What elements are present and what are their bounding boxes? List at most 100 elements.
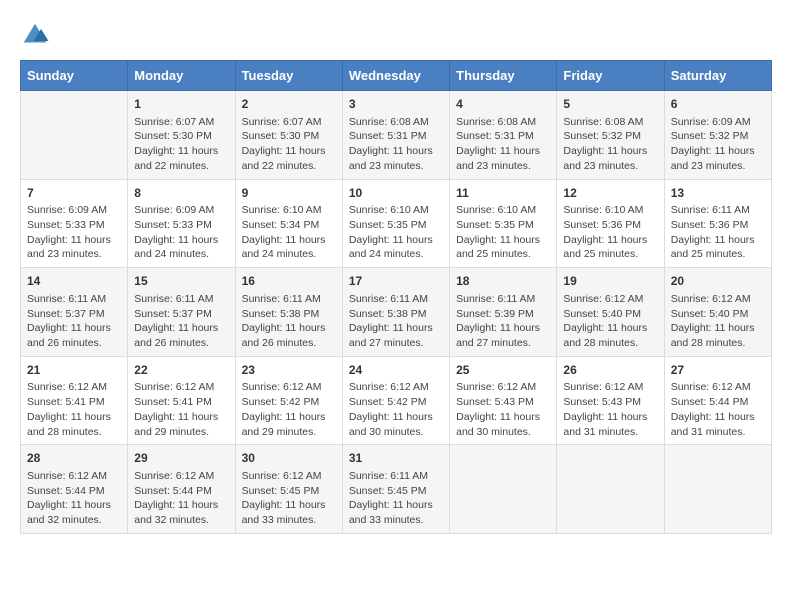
day-number: 4 bbox=[456, 96, 550, 113]
header-thursday: Thursday bbox=[450, 61, 557, 91]
day-number: 17 bbox=[349, 273, 443, 290]
day-info: Sunrise: 6:12 AM Sunset: 5:42 PM Dayligh… bbox=[242, 380, 336, 439]
calendar-cell bbox=[450, 445, 557, 534]
logo bbox=[20, 20, 54, 50]
day-info: Sunrise: 6:08 AM Sunset: 5:32 PM Dayligh… bbox=[563, 115, 657, 174]
day-info: Sunrise: 6:08 AM Sunset: 5:31 PM Dayligh… bbox=[456, 115, 550, 174]
calendar-cell: 29 Sunrise: 6:12 AM Sunset: 5:44 PM Dayli… bbox=[128, 445, 235, 534]
day-number: 8 bbox=[134, 185, 228, 202]
calendar-cell: 5 Sunrise: 6:08 AM Sunset: 5:32 PM Daylig… bbox=[557, 91, 664, 180]
logo-icon bbox=[20, 20, 50, 50]
calendar-cell: 24Sunrise: 6:12 AM Sunset: 5:42 PM Dayli… bbox=[342, 356, 449, 445]
page-header bbox=[20, 20, 772, 50]
day-info: Sunrise: 6:09 AM Sunset: 5:32 PM Dayligh… bbox=[671, 115, 765, 174]
day-number: 22 bbox=[134, 362, 228, 379]
day-info: Sunrise: 6:12 AM Sunset: 5:42 PM Dayligh… bbox=[349, 380, 443, 439]
calendar-cell: 15 Sunrise: 6:11 AM Sunset: 5:37 PM Dayli… bbox=[128, 268, 235, 357]
calendar-cell bbox=[664, 445, 771, 534]
day-info: Sunrise: 6:10 AM Sunset: 5:34 PM Dayligh… bbox=[242, 203, 336, 262]
day-number: 13 bbox=[671, 185, 765, 202]
calendar-cell: 8Sunrise: 6:09 AM Sunset: 5:33 PM Daylig… bbox=[128, 179, 235, 268]
day-info: Sunrise: 6:12 AM Sunset: 5:44 PM Dayligh… bbox=[27, 469, 121, 528]
calendar-table: SundayMondayTuesdayWednesdayThursdayFrid… bbox=[20, 60, 772, 534]
day-info: Sunrise: 6:12 AM Sunset: 5:45 PM Dayligh… bbox=[242, 469, 336, 528]
week-row-4: 21 Sunrise: 6:12 AM Sunset: 5:41 PM Dayli… bbox=[21, 356, 772, 445]
day-number: 28 bbox=[27, 450, 121, 467]
calendar-cell: 30 Sunrise: 6:12 AM Sunset: 5:45 PM Dayli… bbox=[235, 445, 342, 534]
day-info: Sunrise: 6:07 AM Sunset: 5:30 PM Dayligh… bbox=[134, 115, 228, 174]
calendar-cell: 20 Sunrise: 6:12 AM Sunset: 5:40 PM Dayli… bbox=[664, 268, 771, 357]
day-number: 14 bbox=[27, 273, 121, 290]
day-number: 9 bbox=[242, 185, 336, 202]
day-info: Sunrise: 6:11 AM Sunset: 5:39 PM Dayligh… bbox=[456, 292, 550, 351]
calendar-cell bbox=[557, 445, 664, 534]
calendar-cell: 11Sunrise: 6:10 AM Sunset: 5:35 PM Dayli… bbox=[450, 179, 557, 268]
day-number: 19 bbox=[563, 273, 657, 290]
calendar-cell bbox=[21, 91, 128, 180]
day-info: Sunrise: 6:09 AM Sunset: 5:33 PM Dayligh… bbox=[27, 203, 121, 262]
day-info: Sunrise: 6:12 AM Sunset: 5:40 PM Dayligh… bbox=[563, 292, 657, 351]
week-row-2: 7Sunrise: 6:09 AM Sunset: 5:33 PM Daylig… bbox=[21, 179, 772, 268]
calendar-cell: 13Sunrise: 6:11 AM Sunset: 5:36 PM Dayli… bbox=[664, 179, 771, 268]
day-number: 25 bbox=[456, 362, 550, 379]
day-info: Sunrise: 6:11 AM Sunset: 5:37 PM Dayligh… bbox=[27, 292, 121, 351]
day-number: 5 bbox=[563, 96, 657, 113]
calendar-cell: 19 Sunrise: 6:12 AM Sunset: 5:40 PM Dayli… bbox=[557, 268, 664, 357]
calendar-cell: 21Sunrise: 6:12 AM Sunset: 5:41 PM Dayli… bbox=[21, 356, 128, 445]
calendar-cell: 7Sunrise: 6:09 AM Sunset: 5:33 PM Daylig… bbox=[21, 179, 128, 268]
calendar-cell: 17 Sunrise: 6:11 AM Sunset: 5:38 PM Dayli… bbox=[342, 268, 449, 357]
calendar-cell: 31Sunrise: 6:11 AM Sunset: 5:45 PM Dayli… bbox=[342, 445, 449, 534]
day-info: Sunrise: 6:12 AM Sunset: 5:41 PM Dayligh… bbox=[134, 380, 228, 439]
calendar-cell: 16Sunrise: 6:11 AM Sunset: 5:38 PM Dayli… bbox=[235, 268, 342, 357]
day-number: 1 bbox=[134, 96, 228, 113]
day-number: 15 bbox=[134, 273, 228, 290]
calendar-cell: 1 Sunrise: 6:07 AM Sunset: 5:30 PM Daylig… bbox=[128, 91, 235, 180]
day-info: Sunrise: 6:10 AM Sunset: 5:36 PM Dayligh… bbox=[563, 203, 657, 262]
calendar-cell: 28 Sunrise: 6:12 AM Sunset: 5:44 PM Dayli… bbox=[21, 445, 128, 534]
calendar-header-row: SundayMondayTuesdayWednesdayThursdayFrid… bbox=[21, 61, 772, 91]
day-number: 3 bbox=[349, 96, 443, 113]
calendar-cell: 6Sunrise: 6:09 AM Sunset: 5:32 PM Daylig… bbox=[664, 91, 771, 180]
calendar-cell: 14 Sunrise: 6:11 AM Sunset: 5:37 PM Dayli… bbox=[21, 268, 128, 357]
header-tuesday: Tuesday bbox=[235, 61, 342, 91]
week-row-1: 1 Sunrise: 6:07 AM Sunset: 5:30 PM Daylig… bbox=[21, 91, 772, 180]
calendar-cell: 9Sunrise: 6:10 AM Sunset: 5:34 PM Daylig… bbox=[235, 179, 342, 268]
day-info: Sunrise: 6:12 AM Sunset: 5:43 PM Dayligh… bbox=[456, 380, 550, 439]
day-number: 26 bbox=[563, 362, 657, 379]
day-number: 29 bbox=[134, 450, 228, 467]
calendar-cell: 4 Sunrise: 6:08 AM Sunset: 5:31 PM Daylig… bbox=[450, 91, 557, 180]
day-info: Sunrise: 6:10 AM Sunset: 5:35 PM Dayligh… bbox=[349, 203, 443, 262]
day-info: Sunrise: 6:12 AM Sunset: 5:43 PM Dayligh… bbox=[563, 380, 657, 439]
day-number: 18 bbox=[456, 273, 550, 290]
day-info: Sunrise: 6:08 AM Sunset: 5:31 PM Dayligh… bbox=[349, 115, 443, 174]
calendar-cell: 23Sunrise: 6:12 AM Sunset: 5:42 PM Dayli… bbox=[235, 356, 342, 445]
day-info: Sunrise: 6:11 AM Sunset: 5:37 PM Dayligh… bbox=[134, 292, 228, 351]
week-row-5: 28 Sunrise: 6:12 AM Sunset: 5:44 PM Dayli… bbox=[21, 445, 772, 534]
header-saturday: Saturday bbox=[664, 61, 771, 91]
day-info: Sunrise: 6:11 AM Sunset: 5:38 PM Dayligh… bbox=[242, 292, 336, 351]
calendar-cell: 22Sunrise: 6:12 AM Sunset: 5:41 PM Dayli… bbox=[128, 356, 235, 445]
day-number: 11 bbox=[456, 185, 550, 202]
day-number: 23 bbox=[242, 362, 336, 379]
day-number: 7 bbox=[27, 185, 121, 202]
day-info: Sunrise: 6:12 AM Sunset: 5:40 PM Dayligh… bbox=[671, 292, 765, 351]
day-number: 27 bbox=[671, 362, 765, 379]
day-number: 24 bbox=[349, 362, 443, 379]
day-number: 12 bbox=[563, 185, 657, 202]
day-number: 2 bbox=[242, 96, 336, 113]
calendar-cell: 26Sunrise: 6:12 AM Sunset: 5:43 PM Dayli… bbox=[557, 356, 664, 445]
day-info: Sunrise: 6:09 AM Sunset: 5:33 PM Dayligh… bbox=[134, 203, 228, 262]
day-info: Sunrise: 6:10 AM Sunset: 5:35 PM Dayligh… bbox=[456, 203, 550, 262]
header-sunday: Sunday bbox=[21, 61, 128, 91]
day-info: Sunrise: 6:11 AM Sunset: 5:45 PM Dayligh… bbox=[349, 469, 443, 528]
day-number: 30 bbox=[242, 450, 336, 467]
day-info: Sunrise: 6:11 AM Sunset: 5:38 PM Dayligh… bbox=[349, 292, 443, 351]
day-info: Sunrise: 6:11 AM Sunset: 5:36 PM Dayligh… bbox=[671, 203, 765, 262]
calendar-cell: 18 Sunrise: 6:11 AM Sunset: 5:39 PM Dayli… bbox=[450, 268, 557, 357]
calendar-cell: 25Sunrise: 6:12 AM Sunset: 5:43 PM Dayli… bbox=[450, 356, 557, 445]
day-number: 20 bbox=[671, 273, 765, 290]
week-row-3: 14 Sunrise: 6:11 AM Sunset: 5:37 PM Dayli… bbox=[21, 268, 772, 357]
day-info: Sunrise: 6:12 AM Sunset: 5:44 PM Dayligh… bbox=[134, 469, 228, 528]
day-number: 21 bbox=[27, 362, 121, 379]
day-info: Sunrise: 6:07 AM Sunset: 5:30 PM Dayligh… bbox=[242, 115, 336, 174]
